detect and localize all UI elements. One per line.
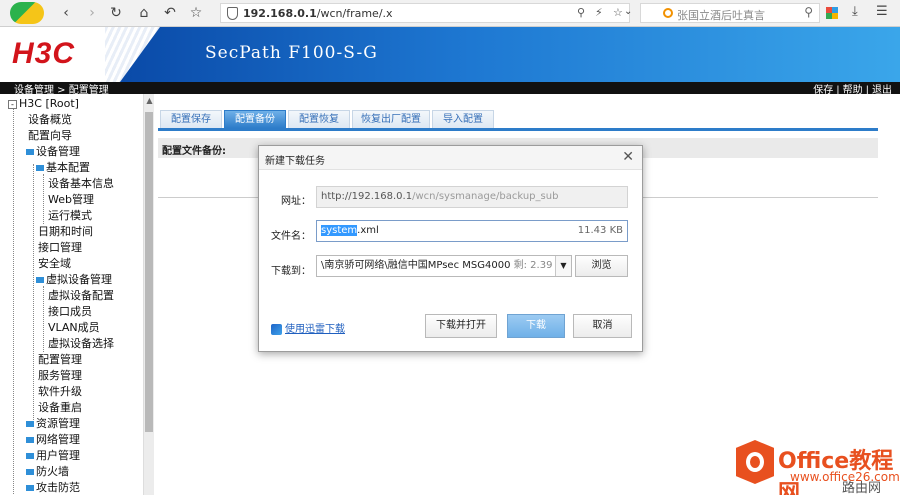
tab-underline xyxy=(158,128,878,131)
product-name: SecPath F100-S-G xyxy=(205,43,378,63)
tree-item-device-info[interactable]: 设备基本信息 xyxy=(48,176,114,192)
flash-icon[interactable]: ⚡ xyxy=(595,6,603,19)
saveto-select[interactable]: \南京骄可网络\融信中国MPsec MSG4000 剩: 2.39 GB ▼ xyxy=(316,255,572,277)
folder-icon xyxy=(26,453,34,459)
thunder-icon xyxy=(271,323,282,335)
address-url: 192.168.0.1/wcn/frame/.x xyxy=(243,7,393,20)
download-button[interactable]: 下载 xyxy=(507,314,565,338)
address-bar[interactable]: 192.168.0.1/wcn/frame/.x ⚲ ⚡ ☆ xyxy=(220,3,630,23)
tree-item-virtual-device-config[interactable]: 虚拟设备配置 xyxy=(48,288,114,304)
folder-icon xyxy=(36,165,44,171)
tab-config-backup[interactable]: 配置备份 xyxy=(224,110,286,128)
search-icon[interactable]: ⚲ xyxy=(804,5,813,19)
scroll-up-icon[interactable]: ▲ xyxy=(144,96,155,106)
tree-item-firewall[interactable]: 防火墙 xyxy=(26,464,69,480)
saveto-label: 下载到： xyxy=(271,266,311,277)
browser-toolbar: ‹ › ↻ ⌂ ↶ ☆ 192.168.0.1/wcn/frame/.x ⚲ ⚡… xyxy=(0,0,900,27)
tree-item-interface-members[interactable]: 接口成员 xyxy=(48,304,92,320)
tree-item-overview[interactable]: 设备概览 xyxy=(28,112,72,128)
home-icon[interactable]: ⌂ xyxy=(134,4,154,22)
section-title: 配置文件备份: xyxy=(162,146,226,157)
tree-item-device-management[interactable]: 设备管理 xyxy=(26,144,80,160)
download-open-button[interactable]: 下载并打开 xyxy=(425,314,497,338)
tab-config-restore[interactable]: 配置恢复 xyxy=(288,110,350,128)
folder-icon xyxy=(26,149,34,155)
search-placeholder: 张国立酒后吐真言 xyxy=(677,9,765,22)
tab-import-config[interactable]: 导入配置 xyxy=(432,110,494,128)
scrollbar-thumb[interactable] xyxy=(145,112,153,432)
tree-item-config-management[interactable]: 配置管理 xyxy=(38,352,82,368)
watermark-logo-mark xyxy=(746,452,764,472)
tree-item-user-management[interactable]: 用户管理 xyxy=(26,448,80,464)
folder-icon xyxy=(26,437,34,443)
tree-item-network-management[interactable]: 网络管理 xyxy=(26,432,80,448)
tree-item-resource-management[interactable]: 资源管理 xyxy=(26,416,80,432)
sidebar-scrollbar[interactable]: ▲ xyxy=(143,94,154,495)
tree-item-basic-config[interactable]: 基本配置 xyxy=(36,160,90,176)
download-dialog: 新建下载任务 ✕ 网址： http://192.168.0.1/wcn/sysm… xyxy=(258,145,643,352)
tree-line xyxy=(43,174,44,224)
url-field: http://192.168.0.1/wcn/sysmanage/backup_… xyxy=(316,186,628,208)
search-engine-icon xyxy=(663,8,673,18)
tree-item-virtual-device-select[interactable]: 虚拟设备选择 xyxy=(48,336,114,352)
browse-button[interactable]: 浏览 xyxy=(575,255,628,277)
star-icon[interactable]: ☆ xyxy=(613,6,623,19)
tree-item-security-zone[interactable]: 安全域 xyxy=(38,256,71,272)
tree-item-software-upgrade[interactable]: 软件升级 xyxy=(38,384,82,400)
tree-item-vlan-members[interactable]: VLAN成员 xyxy=(48,320,100,336)
reload-icon[interactable]: ↻ xyxy=(106,4,126,22)
tree-item-date-time[interactable]: 日期和时间 xyxy=(38,224,93,240)
dialog-titlebar: 新建下载任务 ✕ xyxy=(259,146,642,170)
url-label: 网址： xyxy=(281,196,311,207)
apps-grid-icon[interactable] xyxy=(826,7,838,19)
dropdown-icon[interactable]: ⌄ xyxy=(624,6,632,17)
tree-item-virtual-device[interactable]: 虚拟设备管理 xyxy=(36,272,112,288)
forward-icon[interactable]: › xyxy=(82,4,102,22)
tree-item-interface-management[interactable]: 接口管理 xyxy=(38,240,82,256)
tree-line xyxy=(43,286,44,352)
product-banner: H3C SecPath F100-S-G xyxy=(0,27,900,82)
filename-label: 文件名： xyxy=(271,231,311,242)
tree-line xyxy=(33,164,34,424)
file-size: 11.43 KB xyxy=(577,225,623,236)
security-shield-icon xyxy=(227,7,238,20)
search-box[interactable]: 张国立酒后吐真言 ⚲ xyxy=(640,3,820,23)
tree-item-attack-defense[interactable]: 攻击防范 xyxy=(26,480,80,495)
watermark-extra: 路由网 xyxy=(842,481,882,495)
tab-config-save[interactable]: 配置保存 xyxy=(160,110,222,128)
tree-line xyxy=(13,108,14,495)
thunder-download-link[interactable]: 使用迅雷下载 xyxy=(271,320,345,335)
browser-logo-icon[interactable] xyxy=(10,2,44,24)
close-icon[interactable]: ✕ xyxy=(622,149,634,165)
tree-item-wizard[interactable]: 配置向导 xyxy=(28,128,72,144)
menu-icon[interactable]: ☰ xyxy=(876,4,888,19)
tree-root[interactable]: - H3C [Root] xyxy=(8,96,79,112)
download-icon[interactable]: ⤓ xyxy=(852,4,858,19)
favorite-icon[interactable]: ☆ xyxy=(186,4,206,22)
folder-icon xyxy=(36,277,44,283)
tab-factory-reset[interactable]: 恢复出厂配置 xyxy=(352,110,430,128)
tree-item-run-mode[interactable]: 运行模式 xyxy=(48,208,92,224)
folder-icon: - xyxy=(8,100,17,109)
watermark-title: Office教程网 xyxy=(778,449,894,495)
tree-item-device-reboot[interactable]: 设备重启 xyxy=(38,400,82,416)
folder-icon xyxy=(26,421,34,427)
tree-item-service-management[interactable]: 服务管理 xyxy=(38,368,82,384)
cancel-button[interactable]: 取消 xyxy=(573,314,632,338)
zoom-icon[interactable]: ⚲ xyxy=(577,6,585,19)
chevron-down-icon[interactable]: ▼ xyxy=(555,256,571,276)
folder-icon xyxy=(26,469,34,475)
back-icon[interactable]: ‹ xyxy=(56,4,76,22)
undo-icon[interactable]: ↶ xyxy=(160,4,180,22)
navigation-tree: - H3C [Root] 设备概览 配置向导 设备管理 基本配置 设备基本信息 W… xyxy=(0,94,143,495)
folder-icon xyxy=(26,485,34,491)
filename-input[interactable]: system.xml 11.43 KB xyxy=(316,220,628,242)
tree-item-web-management[interactable]: Web管理 xyxy=(48,192,94,208)
h3c-logo: H3C xyxy=(12,37,76,70)
top-navigation-bar: 设备管理 > 配置管理 保存 | 帮助 | 退出 xyxy=(0,82,900,96)
dialog-title: 新建下载任务 xyxy=(265,156,325,167)
